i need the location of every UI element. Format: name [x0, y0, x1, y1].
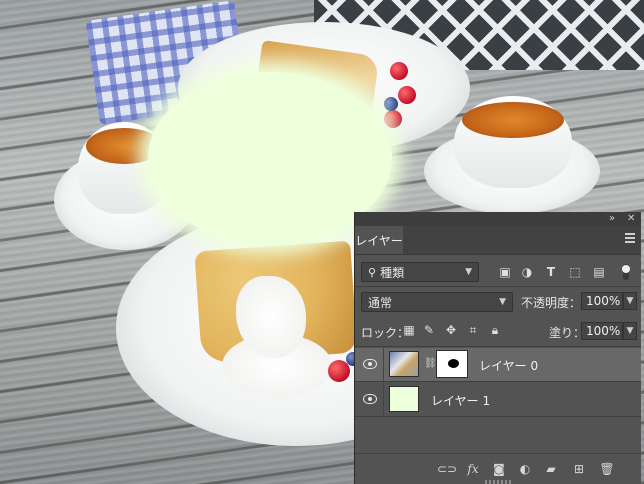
opacity-slider-toggle[interactable]: ▼ — [623, 292, 637, 310]
adjustment-filter-icon[interactable]: ◑ — [519, 264, 535, 280]
opacity-input[interactable]: 100% — [581, 292, 623, 310]
divider — [355, 346, 641, 347]
type-filter-icon[interactable]: T — [543, 264, 559, 280]
divider — [355, 286, 641, 287]
panel-footer: ⊂⊃ fx ◙ ◐ ▰ ⊞ 🗑︎ — [355, 453, 641, 484]
lock-artboard-icon[interactable]: ⌗ — [465, 322, 481, 338]
shape-filter-icon[interactable]: ⬚ — [567, 264, 583, 280]
raspberry — [398, 86, 416, 104]
trash-icon[interactable]: 🗑︎ — [599, 461, 615, 477]
add-mask-icon[interactable]: ◙ — [491, 461, 507, 477]
layer-name[interactable]: レイヤー 0 — [479, 357, 538, 374]
panel-tab-bar: レイヤー — [355, 226, 641, 255]
filter-toggle[interactable] — [621, 262, 631, 282]
layer-row-layer-1[interactable]: レイヤー 1 — [355, 383, 641, 417]
blend-mode-dropdown[interactable]: 通常 ▼ — [361, 292, 513, 312]
blend-mode-value: 通常 — [368, 295, 393, 310]
chevron-down-icon: ▼ — [499, 297, 506, 307]
adjustment-layer-icon[interactable]: ◐ — [517, 461, 533, 477]
eye-icon[interactable] — [363, 359, 377, 369]
layer-thumbnail[interactable] — [389, 386, 419, 412]
fx-icon[interactable]: fx — [465, 461, 481, 477]
link-layers-icon[interactable]: ⊂⊃ — [437, 461, 457, 477]
blueberry — [384, 97, 398, 111]
link-chain-icon[interactable]: ⛓ — [424, 358, 437, 369]
visibility-column — [355, 383, 384, 416]
layer-name[interactable]: レイヤー 1 — [431, 392, 490, 409]
panel-header-bar: » ✕ — [355, 212, 641, 226]
new-layer-icon[interactable]: ⊞ — [571, 461, 587, 477]
layer-thumbnail[interactable] — [389, 351, 419, 377]
lock-transparent-icon[interactable]: ▦ — [401, 322, 417, 338]
search-icon: ⚲ — [368, 265, 377, 279]
image-filter-icon[interactable]: ▣ — [497, 264, 513, 280]
resize-grip[interactable] — [485, 480, 513, 484]
raspberry — [390, 62, 408, 80]
layer-mask-thumbnail[interactable] — [436, 350, 468, 378]
lock-image-icon[interactable]: ✎ — [421, 322, 437, 338]
lock-all-icon[interactable]: 🔒︎ — [487, 322, 503, 338]
fill-label: 塗り： — [549, 326, 586, 340]
fill-slider-toggle[interactable]: ▼ — [623, 322, 637, 340]
smart-object-filter-icon[interactable]: ▤ — [591, 264, 607, 280]
visibility-column — [355, 348, 384, 381]
double-chevron-right-icon[interactable]: » — [609, 213, 615, 224]
lock-position-icon[interactable]: ✥ — [443, 322, 459, 338]
opacity-label: 不透明度： — [521, 296, 582, 310]
layers-panel: » ✕ レイヤー ⚲ 種類 ▼ ▣ ◑ T ⬚ ▤ 通常 ▼ 不透明度： 100… — [355, 212, 641, 484]
raspberry — [384, 110, 402, 128]
tab-layers[interactable]: レイヤー — [355, 226, 403, 254]
panel-menu-icon[interactable] — [625, 233, 635, 243]
teacup-right — [454, 96, 572, 188]
tea — [462, 102, 564, 138]
new-group-icon[interactable]: ▰ — [543, 461, 559, 477]
close-icon[interactable]: ✕ — [627, 213, 635, 224]
tab-label: レイヤー — [355, 233, 403, 248]
filter-kind-value: 種類 — [380, 265, 405, 280]
layer-filter-dropdown[interactable]: ⚲ 種類 ▼ — [361, 262, 479, 282]
fill-input[interactable]: 100% — [581, 322, 623, 340]
chevron-down-icon: ▼ — [465, 267, 472, 277]
layer-row-layer-0[interactable]: ⛓ レイヤー 0 — [355, 348, 641, 382]
eye-icon[interactable] — [363, 394, 377, 404]
